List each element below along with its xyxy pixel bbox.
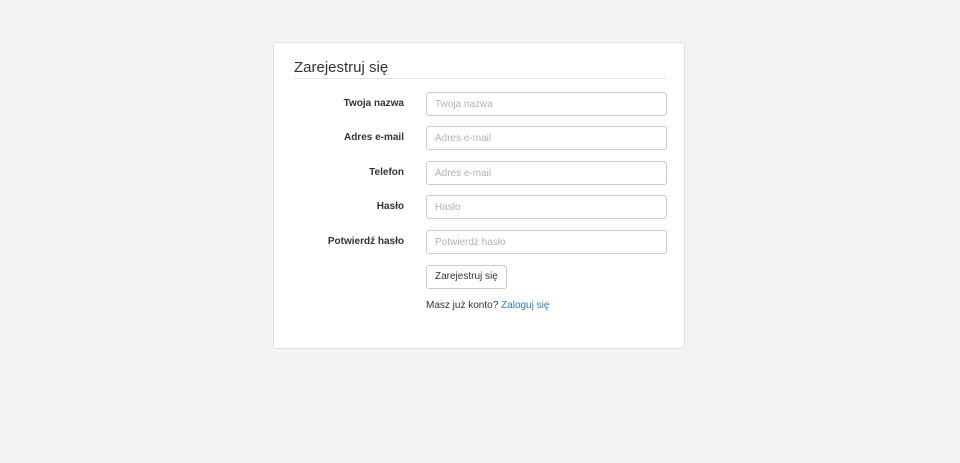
register-button[interactable]: Zarejestruj się: [426, 265, 507, 289]
registration-panel: Zarejestruj się Twoja nazwa Adres e-mail…: [273, 42, 685, 349]
username-input[interactable]: [426, 92, 667, 116]
username-label: Twoja nazwa: [343, 98, 404, 109]
form-row-confirm-password: Potwierdź hasło: [274, 230, 686, 254]
phone-input[interactable]: [426, 161, 667, 185]
confirm-password-input[interactable]: [426, 230, 667, 254]
phone-label: Telefon: [369, 167, 404, 178]
form-row-password: Hasło: [274, 195, 686, 219]
login-prompt: Masz już konto? Zaloguj się: [426, 300, 549, 312]
form-row-phone: Telefon: [274, 161, 686, 185]
email-input[interactable]: [426, 126, 667, 150]
login-prompt-text: Masz już konto?: [426, 300, 499, 311]
email-label: Adres e-mail: [343, 132, 404, 143]
login-link[interactable]: Zaloguj się: [501, 300, 549, 311]
confirm-password-label: Potwierdź hasło: [327, 236, 404, 247]
form-row-email: Adres e-mail: [274, 126, 686, 150]
password-label: Hasło: [376, 201, 404, 212]
form-row-username: Twoja nazwa: [274, 92, 686, 116]
form-title: Zarejestruj się: [294, 59, 666, 79]
password-input[interactable]: [426, 195, 667, 219]
